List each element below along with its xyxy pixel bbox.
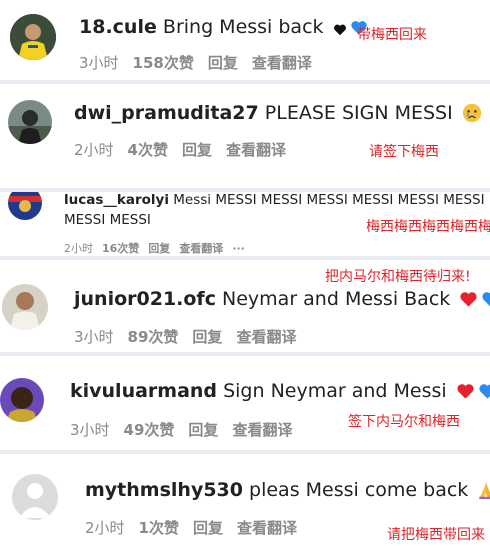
comment-text: Bring Messi back (162, 16, 324, 38)
comment-meta: 2小时 1次赞 回复 查看翻译 (85, 517, 311, 538)
comment-username[interactable]: mythmslhy530 (85, 479, 243, 501)
comment-text: Sign Neymar and Messi (223, 380, 447, 402)
comment-username[interactable]: dwi_pramudita27 (74, 102, 259, 124)
comment-username[interactable]: 18.cule (79, 16, 157, 38)
comment-item: mythmslhy530 pleas Messi come back 2小时 1次… (0, 454, 490, 546)
comment-meta: 3小时 158次赞 回复 查看翻译 (79, 52, 326, 73)
avatar[interactable] (8, 192, 42, 220)
comment-item: lucas__karolyi Messi MESSI MESSI MESSI M… (0, 192, 490, 256)
comment-username[interactable]: junior021.ofc (74, 288, 216, 310)
comment-time: 2小时 (64, 242, 93, 255)
crying-face-icon (462, 103, 482, 128)
comment-username[interactable]: lucas__karolyi (64, 192, 169, 208)
like-count[interactable]: 4次赞 (128, 141, 168, 159)
comment-line: dwi_pramudita27 PLEASE SIGN MESSI (74, 102, 482, 128)
like-count[interactable]: 89次赞 (128, 328, 179, 346)
like-count[interactable]: 158次赞 (133, 54, 194, 72)
like-count[interactable]: 16次赞 (102, 242, 139, 255)
translation-annotation: 请签下梅西 (369, 144, 439, 160)
folded-hands-icon (477, 480, 490, 505)
comment-item: 18.cule Bring Messi back 3小时 158次赞 回复 查看翻译 … (0, 0, 490, 80)
comment-item: dwi_pramudita27 PLEASE SIGN MESSI 2小时 4次赞… (0, 84, 490, 188)
see-translation-button[interactable]: 查看翻译 (237, 519, 297, 537)
comment-time: 2小时 (85, 519, 125, 537)
translation-annotation: 梅西梅西梅西梅西梅西 (366, 219, 490, 235)
more-options-button[interactable]: ··· (232, 242, 245, 255)
comment-text-continued: MESSI MESSI (64, 212, 151, 228)
blue-heart-icon (478, 382, 490, 406)
comment-line: 18.cule Bring Messi back (79, 16, 368, 42)
see-translation-button[interactable]: 查看翻译 (252, 54, 312, 72)
like-count[interactable]: 1次赞 (139, 519, 179, 537)
comment-meta: 2小时 16次赞 回复 查看翻译 ··· (64, 240, 259, 256)
avatar[interactable] (12, 474, 58, 520)
red-heart-icon (456, 382, 475, 406)
translation-annotation: 带梅西回来 (357, 27, 427, 43)
comment-meta: 3小时 49次赞 回复 查看翻译 (70, 419, 306, 440)
comment-time: 3小时 (79, 54, 119, 72)
red-heart-icon (459, 290, 478, 314)
comment-line: kivuluarmand Sign Neymar and Messi (70, 380, 490, 406)
black-heart-icon (333, 20, 347, 42)
comment-time: 2小时 (74, 141, 114, 159)
like-count[interactable]: 49次赞 (124, 421, 175, 439)
see-translation-button[interactable]: 查看翻译 (179, 242, 223, 255)
avatar[interactable] (10, 14, 56, 60)
comment-text: Messi MESSI MESSI MESSI MESSI MESSI MESS… (173, 192, 485, 208)
blue-heart-icon (481, 290, 490, 314)
comment-line: lucas__karolyi Messi MESSI MESSI MESSI M… (64, 192, 485, 208)
comment-username[interactable]: kivuluarmand (70, 380, 217, 402)
translation-annotation: 签下内马尔和梅西 (348, 414, 460, 430)
see-translation-button[interactable]: 查看翻译 (226, 141, 286, 159)
reply-button[interactable]: 回复 (193, 519, 223, 537)
comment-time: 3小时 (70, 421, 110, 439)
comment-text: PLEASE SIGN MESSI (264, 102, 453, 124)
translation-annotation: 请把梅西带回来 (387, 527, 485, 543)
avatar[interactable] (2, 284, 48, 330)
avatar[interactable] (0, 378, 44, 422)
translation-annotation: 把内马尔和梅西待归来! (325, 269, 471, 285)
comment-item: 把内马尔和梅西待归来! junior021.ofc Neymar and Mes… (0, 260, 490, 352)
comment-line: junior021.ofc Neymar and Messi Back (74, 288, 490, 314)
comment-text: pleas Messi come back (249, 479, 469, 501)
comment-meta: 3小时 89次赞 回复 查看翻译 (74, 326, 310, 347)
see-translation-button[interactable]: 查看翻译 (236, 328, 296, 346)
reply-button[interactable]: 回复 (182, 141, 212, 159)
avatar[interactable] (8, 100, 52, 144)
reply-button[interactable]: 回复 (188, 421, 218, 439)
reply-button[interactable]: 回复 (192, 328, 222, 346)
comment-item: kivuluarmand Sign Neymar and Messi 3小时 49… (0, 356, 490, 450)
reply-button[interactable]: 回复 (148, 242, 170, 255)
comment-time: 3小时 (74, 328, 114, 346)
comment-text: Neymar and Messi Back (222, 288, 451, 310)
see-translation-button[interactable]: 查看翻译 (232, 421, 292, 439)
reply-button[interactable]: 回复 (208, 54, 238, 72)
comment-line: mythmslhy530 pleas Messi come back (85, 479, 490, 505)
comment-meta: 2小时 4次赞 回复 查看翻译 (74, 139, 300, 160)
